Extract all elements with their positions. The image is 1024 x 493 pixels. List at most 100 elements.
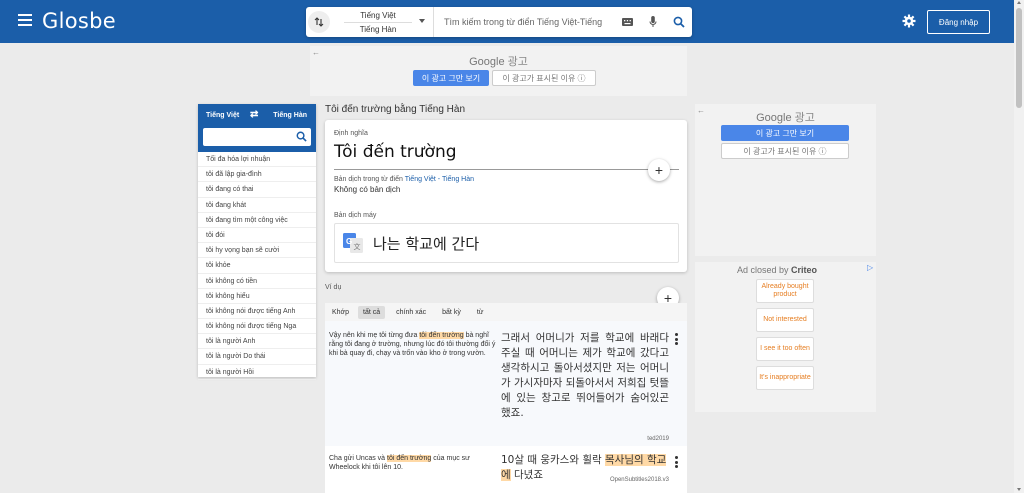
sidebar-search-input[interactable] — [203, 128, 311, 146]
to-language: Tiếng Hàn — [359, 25, 397, 34]
example-source-text: Vậy nên khi mẹ tôi từng đưa tôi đến trườ… — [329, 331, 497, 358]
search-input[interactable] — [434, 7, 614, 37]
sidebar-item[interactable]: tôi hy vọng bạn sẽ cười — [198, 243, 316, 259]
microphone-icon[interactable] — [640, 16, 666, 28]
definition-label: Định nghĩa — [334, 130, 368, 137]
glosbe-logo[interactable]: Glosbe — [42, 9, 116, 33]
sidebar-item[interactable]: tôi đã lập gia-đình — [198, 167, 316, 183]
page-scrollbar[interactable] — [1014, 0, 1024, 493]
google-text: Google — [469, 56, 505, 68]
swap-vertical-icon — [314, 17, 324, 27]
sidebar-item[interactable]: tôi đói — [198, 228, 316, 244]
sidebar-item[interactable]: tôi đang có thai — [198, 182, 316, 198]
headword: Tôi đến trường — [334, 142, 457, 162]
more-options-icon[interactable] — [675, 333, 678, 347]
example-target-text: 그래서 어머니가 저를 학교에 바래다 주실 때 어머니는 제가 학교에 갔다고… — [501, 332, 669, 419]
from-language: Tiếng Việt — [360, 11, 396, 20]
filter-label: Khớp — [332, 308, 350, 316]
no-translation-text: Không có bản dịch — [334, 185, 401, 194]
why-ad-button[interactable]: 이 광고가 표시된 이유 ⓘ — [721, 143, 849, 159]
hamburger-menu-icon[interactable] — [18, 14, 32, 26]
tgt-after: 다녔죠 — [510, 469, 543, 481]
example-row: Vậy nên khi mẹ tôi từng đưa tôi đến trườ… — [325, 321, 687, 446]
sidebar-item[interactable]: tôi là người Hồi — [198, 365, 316, 380]
machine-translation-label: Bản dịch máy — [334, 212, 377, 219]
example-filter-bar: Khớp tất cả chính xác bất kỳ từ — [325, 303, 687, 321]
top-bar: Glosbe Tiếng Việt Tiếng Hàn Đăng nhập — [0, 0, 1014, 43]
machine-translation-text: 나는 학교에 간다 — [373, 235, 480, 253]
closed-by-text: Ad closed by — [737, 265, 789, 275]
stop-ad-button[interactable]: 이 광고 그만 보기 — [413, 70, 489, 86]
sidebar-item[interactable]: tôi khỏe — [198, 258, 316, 274]
ad-suffix: 광고 — [507, 56, 528, 68]
right-ad-banner: ← Google 광고 이 광고 그만 보기 이 광고가 표시된 이유 ⓘ — [695, 104, 876, 256]
example-source-label: ted2019 — [647, 436, 669, 442]
language-divider — [344, 22, 412, 23]
chevron-down-icon — [419, 19, 425, 23]
search-box: Tiếng Việt Tiếng Hàn — [306, 7, 692, 37]
src-before: Cha gửi Uncas và — [329, 455, 387, 462]
ad-closed-panel: Ad closed by Criteo ▷ Already bought pro… — [695, 262, 876, 412]
scroll-down-arrow-icon[interactable] — [1017, 488, 1021, 491]
filter-all[interactable]: tất cả — [358, 305, 386, 319]
filter-exact[interactable]: chính xác — [391, 306, 431, 319]
tgt-before: 10살 때 웅카스와 휠락 — [501, 454, 605, 466]
swap-horizontal-icon[interactable]: ⇄ — [250, 109, 258, 120]
reason-too-often-button[interactable]: I see it too often — [756, 337, 814, 361]
keyboard-icon[interactable] — [614, 18, 640, 26]
gear-icon[interactable] — [902, 14, 916, 28]
filter-any[interactable]: bất kỳ — [437, 306, 466, 319]
definition-card: Định nghĩa Tôi đến trường + Bản dịch tro… — [325, 120, 687, 272]
sidebar-header: Tiếng Việt ⇄ Tiếng Hàn — [198, 104, 316, 152]
svg-text:文: 文 — [354, 242, 361, 251]
src-highlight: tôi đến trường — [387, 455, 432, 462]
sidebar-item[interactable]: tôi không nói được tiếng Nga — [198, 319, 316, 335]
reason-already-bought-button[interactable]: Already bought product — [756, 279, 814, 303]
sidebar: Tiếng Việt ⇄ Tiếng Hàn Tối đa hóa lợi nh… — [198, 104, 316, 380]
example-row: Cha gửi Uncas và tôi đến trường của mục … — [325, 446, 687, 493]
more-options-icon[interactable] — [675, 456, 678, 470]
search-icon[interactable] — [296, 131, 307, 142]
dict-pair-link[interactable]: Tiếng Việt - Tiếng Hàn — [405, 176, 474, 183]
machine-translation-box: G文 나는 학교에 간다 — [334, 223, 679, 263]
top-ad-banner: ← Google 광고 이 광고 그만 보기 이 광고가 표시된 이유 ⓘ — [310, 46, 687, 96]
examples-label: Ví dụ — [325, 284, 342, 291]
example-source-label: OpenSubtitles2018.v3 — [609, 477, 669, 483]
language-selector[interactable]: Tiếng Việt Tiếng Hàn — [330, 7, 434, 37]
sidebar-item[interactable]: tôi là người Do thái — [198, 349, 316, 365]
sidebar-item[interactable]: Tối đa hóa lợi nhuận — [198, 152, 316, 168]
google-ad-label: Google 광고 — [310, 53, 687, 69]
scroll-up-arrow-icon[interactable] — [1017, 1, 1021, 4]
sidebar-item[interactable]: tôi không hiểu — [198, 289, 316, 304]
src-before: Vậy nên khi mẹ tôi từng đưa — [329, 332, 420, 339]
ad-suffix: 광고 — [794, 112, 815, 124]
filter-word[interactable]: từ — [472, 306, 489, 319]
ad-info-icon[interactable]: ▷ — [867, 263, 873, 272]
sidebar-item[interactable]: tôi không có tiền — [198, 274, 316, 289]
scroll-thumb[interactable] — [1016, 8, 1022, 108]
why-ad-button[interactable]: 이 광고가 표시된 이유 ⓘ — [492, 70, 596, 86]
sidebar-to-language[interactable]: Tiếng Hàn — [273, 112, 307, 119]
ad-closed-title: Ad closed by Criteo — [737, 265, 817, 275]
login-button[interactable]: Đăng nhập — [927, 10, 990, 34]
sidebar-item[interactable]: tôi là người Anh — [198, 334, 316, 350]
stop-ad-button[interactable]: 이 광고 그만 보기 — [721, 125, 849, 141]
divider — [334, 169, 679, 170]
svg-text:G: G — [346, 237, 352, 246]
reason-not-interested-button[interactable]: Not interested — [756, 308, 814, 332]
google-text: Google — [756, 112, 792, 124]
reason-inappropriate-button[interactable]: It's inappropriate — [756, 366, 814, 390]
src-highlight: tôi đến trường — [419, 332, 464, 339]
dict-prefix: Bản dịch trong từ điển — [334, 176, 403, 183]
swap-languages-button[interactable] — [308, 11, 330, 33]
criteo-brand: Criteo — [791, 265, 818, 275]
sidebar-item[interactable]: tôi không nói được tiếng Anh — [198, 304, 316, 320]
sidebar-item[interactable]: tôi đang tìm một công việc — [198, 213, 316, 228]
sidebar-list: Tối đa hóa lợi nhuận tôi đã lập gia-đình t… — [198, 152, 316, 380]
sidebar-from-language[interactable]: Tiếng Việt — [206, 112, 239, 119]
search-icon[interactable] — [666, 16, 692, 28]
example-source-text: Cha gửi Uncas và tôi đến trường của mục … — [329, 454, 497, 472]
google-translate-icon: G文 — [343, 233, 363, 253]
add-translation-button[interactable]: + — [648, 159, 670, 181]
sidebar-item[interactable]: tôi đang khát — [198, 198, 316, 213]
